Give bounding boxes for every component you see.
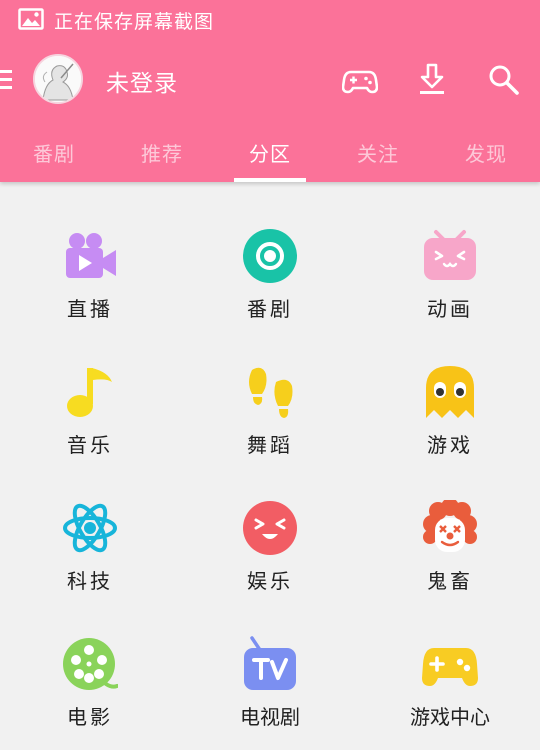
category-label: 电视剧 [240, 705, 300, 729]
tab-bar: 番剧 推荐 分区 关注 发现 [0, 128, 540, 182]
menu-icon[interactable] [0, 68, 14, 92]
bangumi-icon [243, 229, 297, 283]
smile-icon [243, 501, 297, 555]
clown-icon [423, 500, 477, 552]
footprints-icon [249, 367, 293, 418]
header: 正在保存屏幕截图 未登录 番剧 推荐 分区 关注 发现 [0, 0, 540, 182]
category-tech[interactable]: 科技 [0, 454, 180, 593]
tab-categories[interactable]: 分区 [216, 138, 324, 167]
category-movie[interactable]: 电影 [0, 590, 180, 729]
category-entertainment[interactable]: 娱乐 [180, 454, 360, 593]
category-tv-series[interactable]: 电视剧 [180, 590, 360, 729]
category-kichiku[interactable]: 鬼畜 [360, 454, 540, 593]
category-games[interactable]: 游戏 [360, 318, 540, 457]
tab-bangumi[interactable]: 番剧 [0, 138, 108, 167]
status-text: 正在保存屏幕截图 [54, 11, 215, 33]
search-icon[interactable] [486, 62, 522, 98]
film-reel-icon [63, 638, 118, 690]
category-music[interactable]: 音乐 [0, 318, 180, 457]
status-bar: 正在保存屏幕截图 [0, 0, 540, 40]
category-live[interactable]: 直播 [0, 182, 180, 321]
category-game-center[interactable]: 游戏中心 [360, 590, 540, 729]
download-icon[interactable] [414, 62, 450, 98]
tv-face-icon [424, 230, 476, 280]
toolbar: 未登录 [0, 48, 540, 114]
gamepad-icon[interactable] [342, 62, 378, 98]
username[interactable]: 未登录 [106, 64, 178, 98]
tv-icon [244, 636, 296, 690]
category-bangumi[interactable]: 番剧 [180, 182, 360, 321]
image-icon [18, 8, 44, 30]
category-grid: 直播 番剧 动画 音乐 舞蹈 游戏 科技 娱乐 鬼畜 电影 电视剧 游戏中心 [0, 182, 540, 750]
atom-icon [63, 503, 117, 553]
live-camera-icon [66, 233, 116, 278]
tab-following[interactable]: 关注 [324, 138, 432, 167]
category-label: 电影 [67, 705, 113, 729]
category-dance[interactable]: 舞蹈 [180, 318, 360, 457]
gamepad-icon [422, 648, 478, 686]
music-note-icon [67, 368, 112, 417]
tab-discover[interactable]: 发现 [432, 138, 540, 167]
tab-recommend[interactable]: 推荐 [108, 138, 216, 167]
category-label: 游戏中心 [410, 705, 490, 729]
avatar[interactable] [33, 54, 83, 104]
avatar-image [35, 56, 81, 102]
ghost-icon [426, 366, 474, 418]
app-screen: 正在保存屏幕截图 未登录 番剧 推荐 分区 关注 发现 直播 番剧 动画 音乐 … [0, 0, 540, 750]
category-animation[interactable]: 动画 [360, 182, 540, 321]
